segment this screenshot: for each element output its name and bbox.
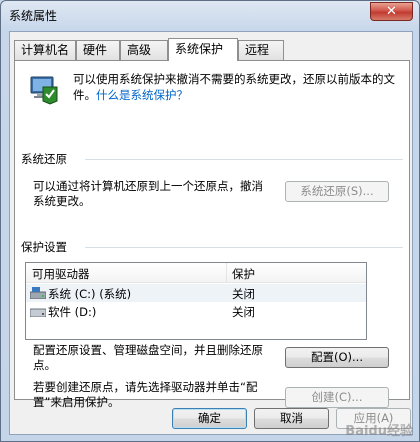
system-protection-icon [30,76,58,105]
tab-system-protection[interactable]: 系统保护 [168,38,238,61]
ok-button[interactable]: 确定 [172,408,247,429]
drive-row-c[interactable]: 系统 (C:) (系统) 关闭 [26,284,366,302]
drive-protection-status: 关闭 [232,305,255,319]
system-protection-panel: 可以使用系统保护来撤消不需要的系统更改，还原以前版本的文件。什么是系统保护？ 系… [14,60,410,409]
tab-remote[interactable]: 远程 [238,40,284,60]
group-divider [85,247,403,248]
create-restore-point-button[interactable]: 创建(C)... [285,387,389,408]
column-header-drives[interactable]: 可用驱动器 [32,266,90,282]
column-header-protection[interactable]: 保护 [232,266,255,282]
group-divider [85,159,403,160]
close-button[interactable]: ✕ [370,2,413,21]
protection-settings-group-title: 保护设置 [21,240,67,254]
drive-name: 软件 (D:) [48,305,97,319]
window-title: 系统属性 [9,9,58,23]
column-separator[interactable] [226,263,227,283]
create-description: 若要创建还原点，请先选择驱动器并单击“配置”来启用保护。 [33,380,258,409]
tab-computer-name[interactable]: 计算机名 [14,40,76,60]
drive-row-d[interactable]: 软件 (D:) 关闭 [26,302,366,320]
cancel-button[interactable]: 取消 [254,408,329,429]
tab-hardware[interactable]: 硬件 [76,40,120,60]
configure-description: 配置还原设置、管理磁盘空间，并且删除还原点。 [33,343,263,372]
dialog-client-area: 计算机名 硬件 高级 系统保护 远程 可以使用系统保护来撤消不需要的系统更改，还… [9,31,413,435]
drive-protection-status: 关闭 [232,287,255,301]
system-drive-icon [30,287,46,299]
list-header: 可用驱动器 保护 [26,263,366,283]
drive-icon [30,308,46,317]
title-bar[interactable]: 系统属性 ✕ [1,1,419,31]
intro-text-block: 可以使用系统保护来撤消不需要的系统更改，还原以前版本的文件。什么是系统保护？ [73,71,403,103]
system-properties-window: 系统属性 ✕ 计算机名 硬件 高级 系统保护 远程 可以使用系统保护来撤消不需要… [0,0,420,442]
system-restore-description: 可以通过将计算机还原到上一个还原点，撤消系统更改。 [33,179,263,208]
system-restore-group-title: 系统还原 [21,152,67,166]
what-is-system-protection-link[interactable]: 什么是系统保护？ [96,88,188,102]
configure-button[interactable]: 配置(O)... [285,347,389,368]
drive-name: 系统 (C:) (系统) [48,287,132,301]
system-restore-button[interactable]: 系统还原(S)... [285,181,389,202]
available-drives-list[interactable]: 可用驱动器 保护 系统 (C:) (系统) 关闭 软件 (D:) 关闭 [25,262,367,340]
tab-advanced[interactable]: 高级 [120,40,168,60]
watermark-text: Baidu经验 [345,424,413,439]
